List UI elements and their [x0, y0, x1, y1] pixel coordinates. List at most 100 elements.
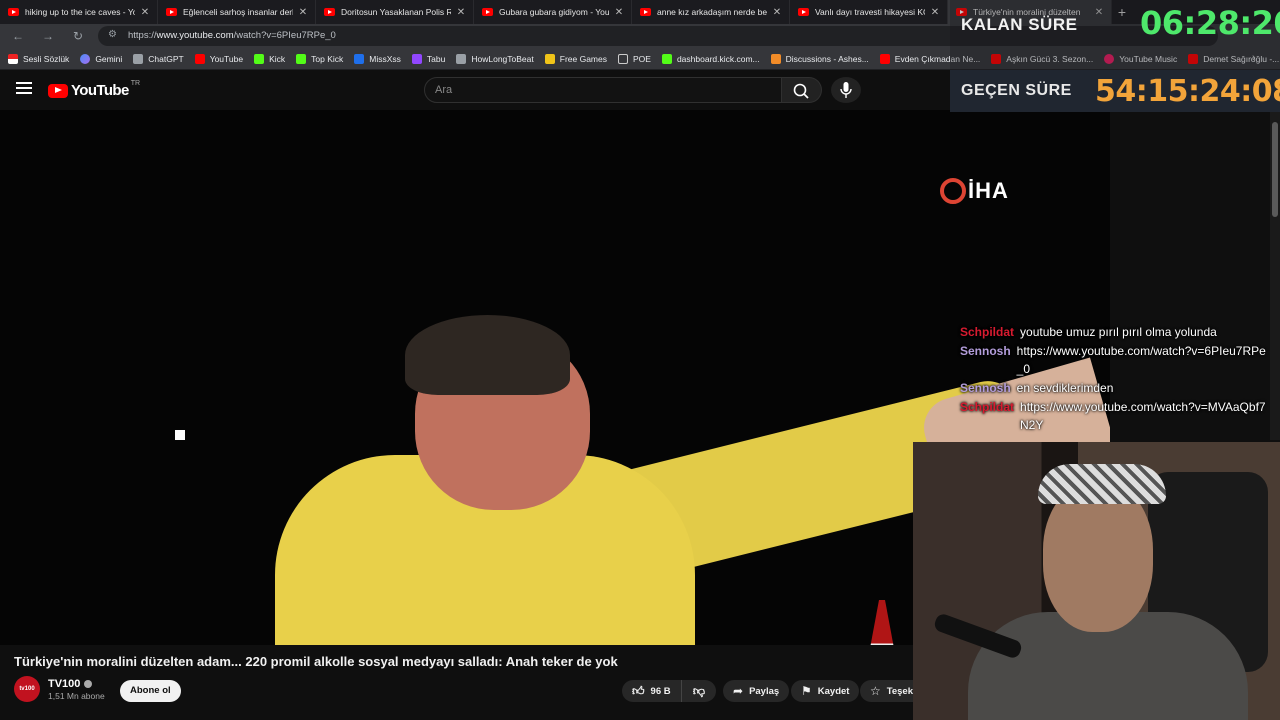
site-info-icon[interactable]: ⚙: [108, 29, 117, 40]
reload-icon[interactable]: ↻: [70, 28, 86, 44]
bookmark-item[interactable]: Sesli Sözlük: [8, 53, 69, 64]
traffic-cone: [852, 600, 912, 645]
bookmark-item[interactable]: dashboard.kick.com...: [661, 53, 760, 64]
bookmark-item[interactable]: Top Kick: [296, 53, 343, 64]
bookmark-item[interactable]: HowLongToBeat: [456, 53, 534, 64]
close-tab-icon[interactable]: ✕: [771, 7, 783, 18]
bookmark-label: MissXss: [369, 53, 401, 64]
close-tab-icon[interactable]: ✕: [613, 7, 625, 18]
share-label: Paylaş: [749, 685, 780, 697]
bookmark-label: HowLongToBeat: [471, 53, 534, 64]
chat-username: Sennosh: [960, 344, 1011, 358]
bookmark-item[interactable]: POE: [618, 53, 651, 64]
verified-icon: [84, 679, 93, 688]
url-prefix: https://: [128, 30, 157, 41]
channel-avatar[interactable]: tv100: [14, 676, 40, 702]
thumbs-down-icon: 👎︎: [692, 683, 706, 698]
bookmark-favicon-icon: [296, 53, 307, 64]
channel-name-row: TV100: [48, 678, 105, 690]
close-tab-icon[interactable]: ✕: [139, 7, 151, 18]
bookmark-favicon-icon: [661, 53, 672, 64]
chat-username: Schpildat: [960, 325, 1015, 339]
bookmark-favicon-icon: [770, 53, 781, 64]
close-tab-icon[interactable]: ✕: [455, 7, 467, 18]
tab-title: Doritosun Yasaklanan Polis Reklamı: [341, 7, 451, 17]
bookmark-label: POE: [633, 53, 651, 64]
browser-tab[interactable]: Doritosun Yasaklanan Polis Reklamı ✕: [316, 0, 474, 24]
bookmark-item[interactable]: Gemini: [80, 53, 122, 64]
bookmark-favicon-icon: [456, 53, 467, 64]
bookmark-label: Discussions - Ashes...: [785, 53, 869, 64]
bookmark-item[interactable]: Tabu: [411, 53, 446, 64]
channel-info: tv100 TV100 1,51 Mn abone: [14, 676, 105, 702]
bookmark-item[interactable]: YouTube: [194, 53, 244, 64]
elapsed-time-value: 54:15:24:08: [1095, 74, 1280, 109]
forward-icon[interactable]: →: [40, 28, 56, 44]
search-box[interactable]: [424, 77, 782, 103]
chat-text: https://www.youtube.com/watch?v=MVAaQbf7…: [1020, 400, 1266, 432]
stream-timer-overlay: KALAN SÜRE 06:28:20 GEÇEN SÜRE 54:15:24:…: [950, 0, 1280, 112]
bookmark-favicon-icon: [8, 53, 18, 64]
stream-chat-overlay: Schpildat youtube umuz pırıl pırıl olma y…: [960, 323, 1270, 435]
distant-light: [175, 430, 185, 440]
streamer-headband: [1038, 464, 1166, 504]
search-button[interactable]: [782, 77, 822, 103]
bookmark-label: Tabu: [426, 53, 446, 64]
bookmark-item[interactable]: MissXss: [354, 53, 401, 64]
bookmark-item[interactable]: ChatGPT: [133, 53, 184, 64]
chat-message: Sennosh https://www.youtube.com/watch?v=6…: [960, 342, 1270, 378]
tab-title: Vanlı dayı travesti hikayesi KOMİK: [815, 7, 925, 17]
bookmark-favicon-icon: [544, 53, 555, 64]
save-button[interactable]: ⚑ Kaydet: [791, 680, 860, 702]
bookmark-item[interactable]: Free Games: [544, 53, 607, 64]
browser-tab[interactable]: anne kız arkadaşım nerde benim ✕: [632, 0, 790, 24]
bookmark-label: ChatGPT: [148, 53, 184, 64]
back-icon[interactable]: ←: [10, 28, 26, 44]
url-text[interactable]: https://www.youtube.com/watch?v=6PIeu7RP…: [128, 30, 336, 41]
iha-watermark: İHA: [940, 178, 1009, 204]
save-label: Kaydet: [817, 685, 850, 697]
youtube-logo[interactable]: YouTube TR: [48, 80, 140, 99]
tab-title: anne kız arkadaşım nerde benim: [657, 7, 767, 17]
bookmark-item[interactable]: Kick: [254, 53, 285, 64]
thanks-button[interactable]: ☆ Teşek: [860, 680, 913, 702]
youtube-favicon-icon: [798, 8, 809, 16]
subscriber-count: 1,51 Mn abone: [48, 690, 105, 701]
remaining-time-label: KALAN SÜRE: [961, 15, 1078, 34]
subscribe-button[interactable]: Abone ol: [120, 680, 181, 702]
elapsed-time-label: GEÇEN SÜRE: [961, 82, 1072, 99]
share-button[interactable]: ➦ Paylaş: [723, 680, 790, 702]
bookmark-favicon-icon: [354, 53, 365, 64]
menu-icon[interactable]: [16, 82, 32, 96]
channel-text: TV100 1,51 Mn abone: [48, 678, 105, 701]
webcam-feed: [913, 442, 1280, 720]
microphone-icon: [840, 82, 852, 98]
channel-name[interactable]: TV100: [48, 678, 80, 690]
page-scrollbar[interactable]: [1270, 110, 1280, 440]
chat-message: Sennosh en sevdiklerimden: [960, 379, 1270, 397]
voice-search-button[interactable]: [831, 77, 861, 103]
close-tab-icon[interactable]: ✕: [929, 7, 941, 18]
thanks-icon: ☆: [870, 684, 881, 698]
close-tab-icon[interactable]: ✕: [297, 7, 309, 18]
youtube-play-icon: [48, 83, 68, 98]
scrollbar-thumb[interactable]: [1272, 122, 1278, 217]
dislike-button[interactable]: 👎︎: [682, 684, 716, 699]
browser-tab[interactable]: Vanlı dayı travesti hikayesi KOMİK ✕: [790, 0, 948, 24]
bookmark-favicon-icon: [879, 53, 890, 64]
bookmark-label: YouTube: [209, 53, 244, 64]
bookmark-item[interactable]: Discussions - Ashes...: [770, 53, 869, 64]
youtube-favicon-icon: [166, 8, 177, 16]
search-input[interactable]: [425, 78, 781, 102]
browser-tab[interactable]: Gubara gubara gidiyom - YouTube ✕: [474, 0, 632, 24]
chat-text: https://www.youtube.com/watch?v=6PIeu7RP…: [1016, 344, 1266, 376]
chat-text: en sevdiklerimden: [1016, 381, 1114, 395]
browser-tab[interactable]: Eğlenceli sarhoş insanlar derleme ✕: [158, 0, 316, 24]
like-dislike-group: 👍︎ 96 B 👎︎: [622, 680, 716, 702]
bookmark-icon: ⚑: [801, 684, 812, 698]
like-button[interactable]: 👍︎ 96 B: [622, 680, 682, 702]
youtube-favicon-icon: [8, 8, 19, 16]
browser-tab[interactable]: hiking up to the ice caves - YouTube ✕: [0, 0, 158, 24]
tab-title: Eğlenceli sarhoş insanlar derleme: [183, 7, 293, 17]
video-title: Türkiye'nin moralini düzelten adam... 22…: [14, 654, 618, 669]
